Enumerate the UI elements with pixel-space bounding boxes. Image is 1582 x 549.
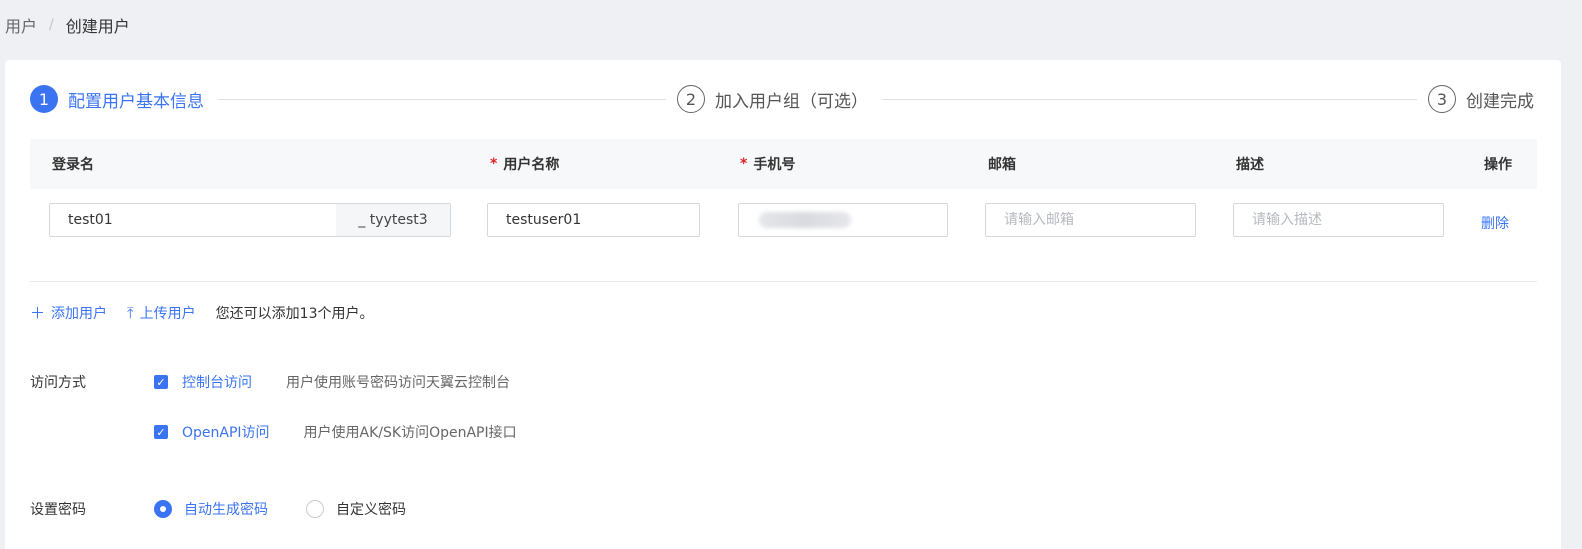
step-connector-2 [882, 99, 1417, 100]
user-table: 登录名 * 用户名称 * 手机号 邮箱 描述 操作 _ tyytest3 删除 [30, 139, 1537, 282]
header-phone: * 手机号 [740, 139, 795, 189]
email-input[interactable] [985, 203, 1196, 237]
console-access-label[interactable]: 控制台访问 [182, 372, 252, 392]
openapi-access-checkbox[interactable]: ✓ [154, 425, 168, 439]
step-2-number: 2 [677, 85, 705, 113]
plus-icon: ＋ [30, 304, 46, 322]
header-description: 描述 [1236, 157, 1264, 173]
breadcrumb: 用户 / 创建用户 [5, 13, 130, 37]
step-1: 1 配置用户基本信息 [30, 84, 204, 114]
openapi-access-row: ✓ OpenAPI访问 用户使用AK/SK访问OpenAPI接口 [30, 422, 517, 442]
upload-user-button[interactable]: ⤒ 上传用户 [127, 303, 196, 323]
login-name-input[interactable] [49, 203, 337, 237]
remaining-users-hint: 您还可以添加13个用户。 [215, 305, 374, 322]
step-3-number: 3 [1428, 85, 1456, 113]
phone-input[interactable] [738, 203, 948, 237]
phone-value-redacted [759, 212, 851, 228]
required-mark: * [740, 156, 748, 172]
header-login-name: 登录名 [52, 157, 94, 173]
upload-icon: ⤒ [127, 303, 134, 322]
password-row: 设置密码 自动生成密码 自定义密码 [30, 499, 406, 519]
upload-user-label: 上传用户 [139, 305, 196, 322]
table-row: _ tyytest3 删除 [30, 189, 1537, 282]
access-method-row: 访问方式 ✓ 控制台访问 用户使用账号密码访问天翼云控制台 [30, 372, 510, 392]
header-email: 邮箱 [988, 157, 1016, 173]
access-method-label: 访问方式 [30, 375, 86, 391]
step-3: 3 创建完成 [1428, 84, 1534, 114]
password-label: 设置密码 [30, 502, 86, 518]
openapi-access-desc: 用户使用AK/SK访问OpenAPI接口 [303, 425, 517, 441]
step-3-label: 创建完成 [1466, 91, 1534, 112]
step-1-number: 1 [30, 85, 58, 113]
delete-row-link[interactable]: 删除 [1481, 213, 1509, 233]
breadcrumb-separator: / [49, 17, 54, 33]
console-access-checkbox[interactable]: ✓ [154, 375, 168, 389]
header-phone-label: 手机号 [753, 157, 796, 173]
openapi-access-label[interactable]: OpenAPI访问 [182, 422, 270, 442]
table-actions: ＋ 添加用户 ⤒ 上传用户 您还可以添加13个用户。 [30, 302, 373, 323]
auto-password-label[interactable]: 自动生成密码 [184, 499, 268, 519]
custom-password-label[interactable]: 自定义密码 [336, 499, 406, 519]
step-2-label: 加入用户组（可选） [715, 91, 868, 112]
header-user-name-label: 用户名称 [503, 157, 560, 173]
table-header: 登录名 * 用户名称 * 手机号 邮箱 描述 操作 [30, 139, 1537, 189]
user-name-input[interactable] [487, 203, 700, 237]
breadcrumb-current: 创建用户 [65, 17, 130, 36]
description-input[interactable] [1233, 203, 1444, 237]
header-user-name: * 用户名称 [490, 139, 559, 189]
breadcrumb-users-link[interactable]: 用户 [5, 13, 37, 37]
add-user-label: 添加用户 [51, 305, 108, 322]
header-actions: 操作 [1484, 157, 1512, 173]
auto-password-radio[interactable] [154, 500, 172, 518]
step-2: 2 加入用户组（可选） [677, 84, 868, 114]
step-1-label: 配置用户基本信息 [68, 91, 204, 112]
login-name-suffix: _ tyytest3 [336, 203, 451, 237]
console-access-desc: 用户使用账号密码访问天翼云控制台 [286, 375, 510, 391]
steps-bar: 1 配置用户基本信息 2 加入用户组（可选） 3 创建完成 [30, 84, 1537, 114]
custom-password-radio[interactable] [306, 500, 324, 518]
create-user-card: 1 配置用户基本信息 2 加入用户组（可选） 3 创建完成 登录名 * 用户名称… [5, 60, 1561, 549]
add-user-button[interactable]: ＋ 添加用户 [30, 302, 107, 323]
step-connector-1 [218, 99, 666, 100]
required-mark: * [490, 156, 498, 172]
